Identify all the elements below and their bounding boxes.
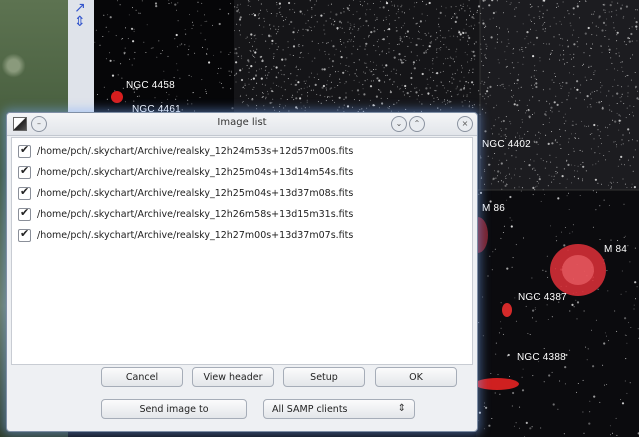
updown-chevron-icon: ⇕ xyxy=(397,403,406,414)
close-icon[interactable]: × xyxy=(457,116,473,132)
cancel-button[interactable]: Cancel xyxy=(101,367,183,387)
file-path: /home/pch/.skychart/Archive/realsky_12h2… xyxy=(37,187,354,199)
file-checkbox[interactable] xyxy=(18,227,31,242)
send-image-button[interactable]: Send image to xyxy=(101,399,247,419)
file-path: /home/pch/.skychart/Archive/realsky_12h2… xyxy=(37,145,354,157)
label-ngc4387: NGC 4387 xyxy=(518,292,567,303)
galaxy-ngc4387-marker xyxy=(502,303,512,317)
list-item[interactable]: /home/pch/.skychart/Archive/realsky_12h2… xyxy=(18,226,353,244)
label-ngc4458: NGC 4458 xyxy=(126,80,175,91)
list-item[interactable]: /home/pch/.skychart/Archive/realsky_12h2… xyxy=(18,205,353,223)
setup-button[interactable]: Setup xyxy=(283,367,365,387)
file-path: /home/pch/.skychart/Archive/realsky_12h2… xyxy=(37,208,354,220)
samp-target-value: All SAMP clients xyxy=(272,403,348,415)
view-header-button[interactable]: View header xyxy=(192,367,274,387)
file-checkbox[interactable] xyxy=(18,143,31,158)
ok-button[interactable]: OK xyxy=(375,367,457,387)
file-path: /home/pch/.skychart/Archive/realsky_12h2… xyxy=(37,229,354,241)
galaxy-ngc4458-marker xyxy=(111,91,123,103)
image-file-list[interactable]: /home/pch/.skychart/Archive/realsky_12h2… xyxy=(11,137,473,365)
list-item[interactable]: /home/pch/.skychart/Archive/realsky_12h2… xyxy=(18,184,353,202)
minimize-icon[interactable]: ⌄ xyxy=(391,116,407,132)
samp-target-select[interactable]: All SAMP clients ⇕ xyxy=(263,399,415,419)
maximize-icon[interactable]: ⌃ xyxy=(409,116,425,132)
galaxy-ngc4388-marker xyxy=(475,378,519,390)
dialog-titlebar[interactable]: – Image list ⌄ ⌃ × xyxy=(7,113,477,136)
label-m86: M 86 xyxy=(482,203,506,214)
list-item[interactable]: /home/pch/.skychart/Archive/realsky_12h2… xyxy=(18,163,353,181)
image-list-dialog: – Image list ⌄ ⌃ × /home/pch/.skychart/A… xyxy=(6,112,478,432)
list-item[interactable]: /home/pch/.skychart/Archive/realsky_12h2… xyxy=(18,142,353,160)
file-checkbox[interactable] xyxy=(18,206,31,221)
file-checkbox[interactable] xyxy=(18,164,31,179)
label-m84: M 84 xyxy=(604,244,628,255)
file-checkbox[interactable] xyxy=(18,185,31,200)
label-ngc4388: NGC 4388 xyxy=(517,352,566,363)
label-ngc4402: NGC 4402 xyxy=(482,139,531,150)
file-path: /home/pch/.skychart/Archive/realsky_12h2… xyxy=(37,166,354,178)
